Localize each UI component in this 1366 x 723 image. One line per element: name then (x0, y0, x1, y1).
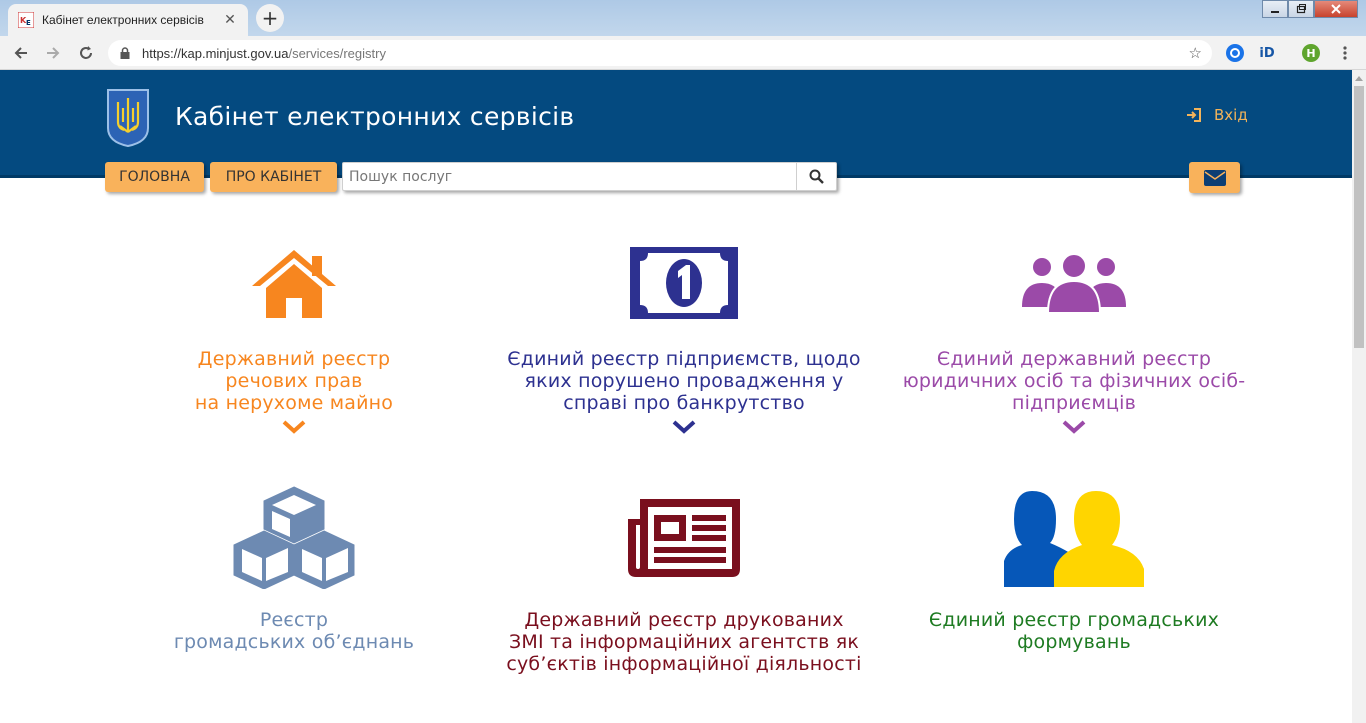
icon-container (494, 482, 874, 592)
sign-in-icon (1187, 108, 1201, 122)
chevron-down-icon (282, 420, 306, 434)
icon-container (104, 228, 484, 338)
service-label-line: яких порушено провадження у (524, 370, 844, 392)
service-label: Єдиний реєстр громадських формувань (884, 609, 1264, 653)
coat-of-arms-icon[interactable] (106, 88, 150, 148)
service-label-line: Державний реєстр друкованих (524, 609, 844, 631)
login-link[interactable]: Вхід (1186, 106, 1248, 124)
service-label-line: на нерухоме майно (194, 392, 394, 414)
bookmark-star-icon[interactable]: ☆ (1189, 44, 1202, 62)
site-favicon-icon: K E (18, 12, 34, 28)
maximize-icon[interactable] (1288, 0, 1314, 18)
extension-id-icon[interactable]: iD (1256, 44, 1278, 62)
service-label: Реєстр громадських об’єднань (104, 609, 484, 653)
forward-arrow-icon[interactable] (42, 42, 64, 64)
banknote-icon (630, 247, 738, 319)
svg-text:E: E (26, 19, 31, 27)
address-bar[interactable]: https://kap.minjust.gov.ua/services/regi… (108, 40, 1212, 66)
lock-icon (120, 47, 130, 59)
service-label-line: суб’єктів інформаційної діяльності (506, 653, 862, 675)
service-label-line: справі про банкрутство (563, 392, 805, 414)
service-label-line: громадських об’єднань (173, 631, 415, 653)
service-label-line: юридичних осіб та фізичних осіб- (902, 370, 1246, 392)
service-civic-formations-registry[interactable]: Єдиний реєстр громадських формувань (884, 482, 1264, 653)
icon-container (104, 482, 484, 592)
window-controls (1262, 0, 1358, 20)
minimize-icon[interactable] (1262, 0, 1288, 18)
url-host: https://kap.minjust.gov.ua (142, 45, 289, 61)
service-label: Єдиний державний реєстр юридичних осіб т… (884, 348, 1264, 414)
login-label: Вхід (1214, 106, 1248, 124)
page-scrollbar[interactable] (1352, 70, 1366, 723)
site-title: Кабінет електронних сервісів (175, 102, 575, 131)
service-label-line: підприємців (1011, 392, 1137, 414)
expand-chevron[interactable] (494, 420, 874, 434)
icon-container (494, 228, 874, 338)
two-persons-icon (1004, 491, 1144, 587)
service-label-line: Реєстр (259, 609, 329, 631)
url-text: https://kap.minjust.gov.ua/services/regi… (142, 46, 386, 61)
url-path: /services/registry (288, 45, 386, 61)
service-label-line: Державний реєстр (197, 348, 391, 370)
search-input[interactable] (343, 163, 796, 190)
tab-close-icon[interactable]: ✕ (222, 12, 238, 28)
service-label-line: Єдиний державний реєстр (936, 348, 1212, 370)
tab-about[interactable]: ПРО КАБІНЕТ (210, 162, 337, 192)
newspaper-icon (628, 499, 740, 577)
service-legal-entities-registry[interactable]: Єдиний державний реєстр юридичних осіб т… (884, 228, 1264, 434)
search-box (342, 162, 837, 191)
search-button[interactable] (796, 163, 836, 190)
chevron-down-icon (1062, 420, 1086, 434)
people-group-icon (1022, 253, 1126, 313)
browser-tab[interactable]: K E Кабінет електронних сервісів ✕ (8, 4, 248, 36)
expand-chevron[interactable] (104, 420, 484, 434)
browser-tab-bar: K E Кабінет електронних сервісів ✕ + (0, 0, 1366, 36)
service-label: Державний реєстр речових прав на нерухом… (104, 348, 484, 414)
new-tab-button[interactable]: + (256, 4, 284, 32)
service-label-line: формувань (1017, 631, 1131, 653)
scroll-thumb[interactable] (1354, 86, 1364, 348)
icon-container (884, 482, 1264, 592)
chevron-down-icon (672, 420, 696, 434)
scroll-up-icon[interactable] (1355, 76, 1363, 81)
extension-loop-icon[interactable] (1226, 44, 1244, 62)
cubes-icon (233, 486, 355, 589)
browser-menu-icon[interactable] (1334, 42, 1356, 64)
icon-container (884, 228, 1264, 338)
tab-title: Кабінет електронних сервісів (42, 13, 204, 27)
search-icon (809, 169, 824, 184)
service-label: Єдиний реєстр підприємств, щодо яких пор… (494, 348, 874, 414)
reload-icon[interactable] (75, 42, 97, 64)
expand-chevron[interactable] (884, 420, 1264, 434)
service-media-registry[interactable]: Державний реєстр друкованих ЗМІ та інфор… (494, 482, 874, 675)
service-bankruptcy-registry[interactable]: Єдиний реєстр підприємств, щодо яких пор… (494, 228, 874, 434)
browser-toolbar: https://kap.minjust.gov.ua/services/regi… (0, 36, 1366, 70)
envelope-icon (1203, 169, 1226, 186)
service-label-line: ЗМІ та інформаційних агентств як (508, 631, 860, 653)
service-label-line: Єдиний реєстр підприємств, щодо (507, 348, 861, 370)
service-label: Державний реєстр друкованих ЗМІ та інфор… (494, 609, 874, 675)
back-arrow-icon[interactable] (10, 42, 32, 64)
service-property-registry[interactable]: Державний реєстр речових прав на нерухом… (104, 228, 484, 434)
service-label-line: Єдиний реєстр громадських (928, 609, 1220, 631)
service-public-associations-registry[interactable]: Реєстр громадських об’єднань (104, 482, 484, 653)
mail-button[interactable] (1189, 162, 1240, 193)
service-label-line: речових прав (225, 370, 363, 392)
close-window-icon[interactable] (1314, 0, 1358, 18)
tab-home[interactable]: ГОЛОВНА (105, 162, 204, 192)
house-icon (252, 250, 336, 318)
profile-avatar[interactable]: H (1302, 44, 1320, 62)
